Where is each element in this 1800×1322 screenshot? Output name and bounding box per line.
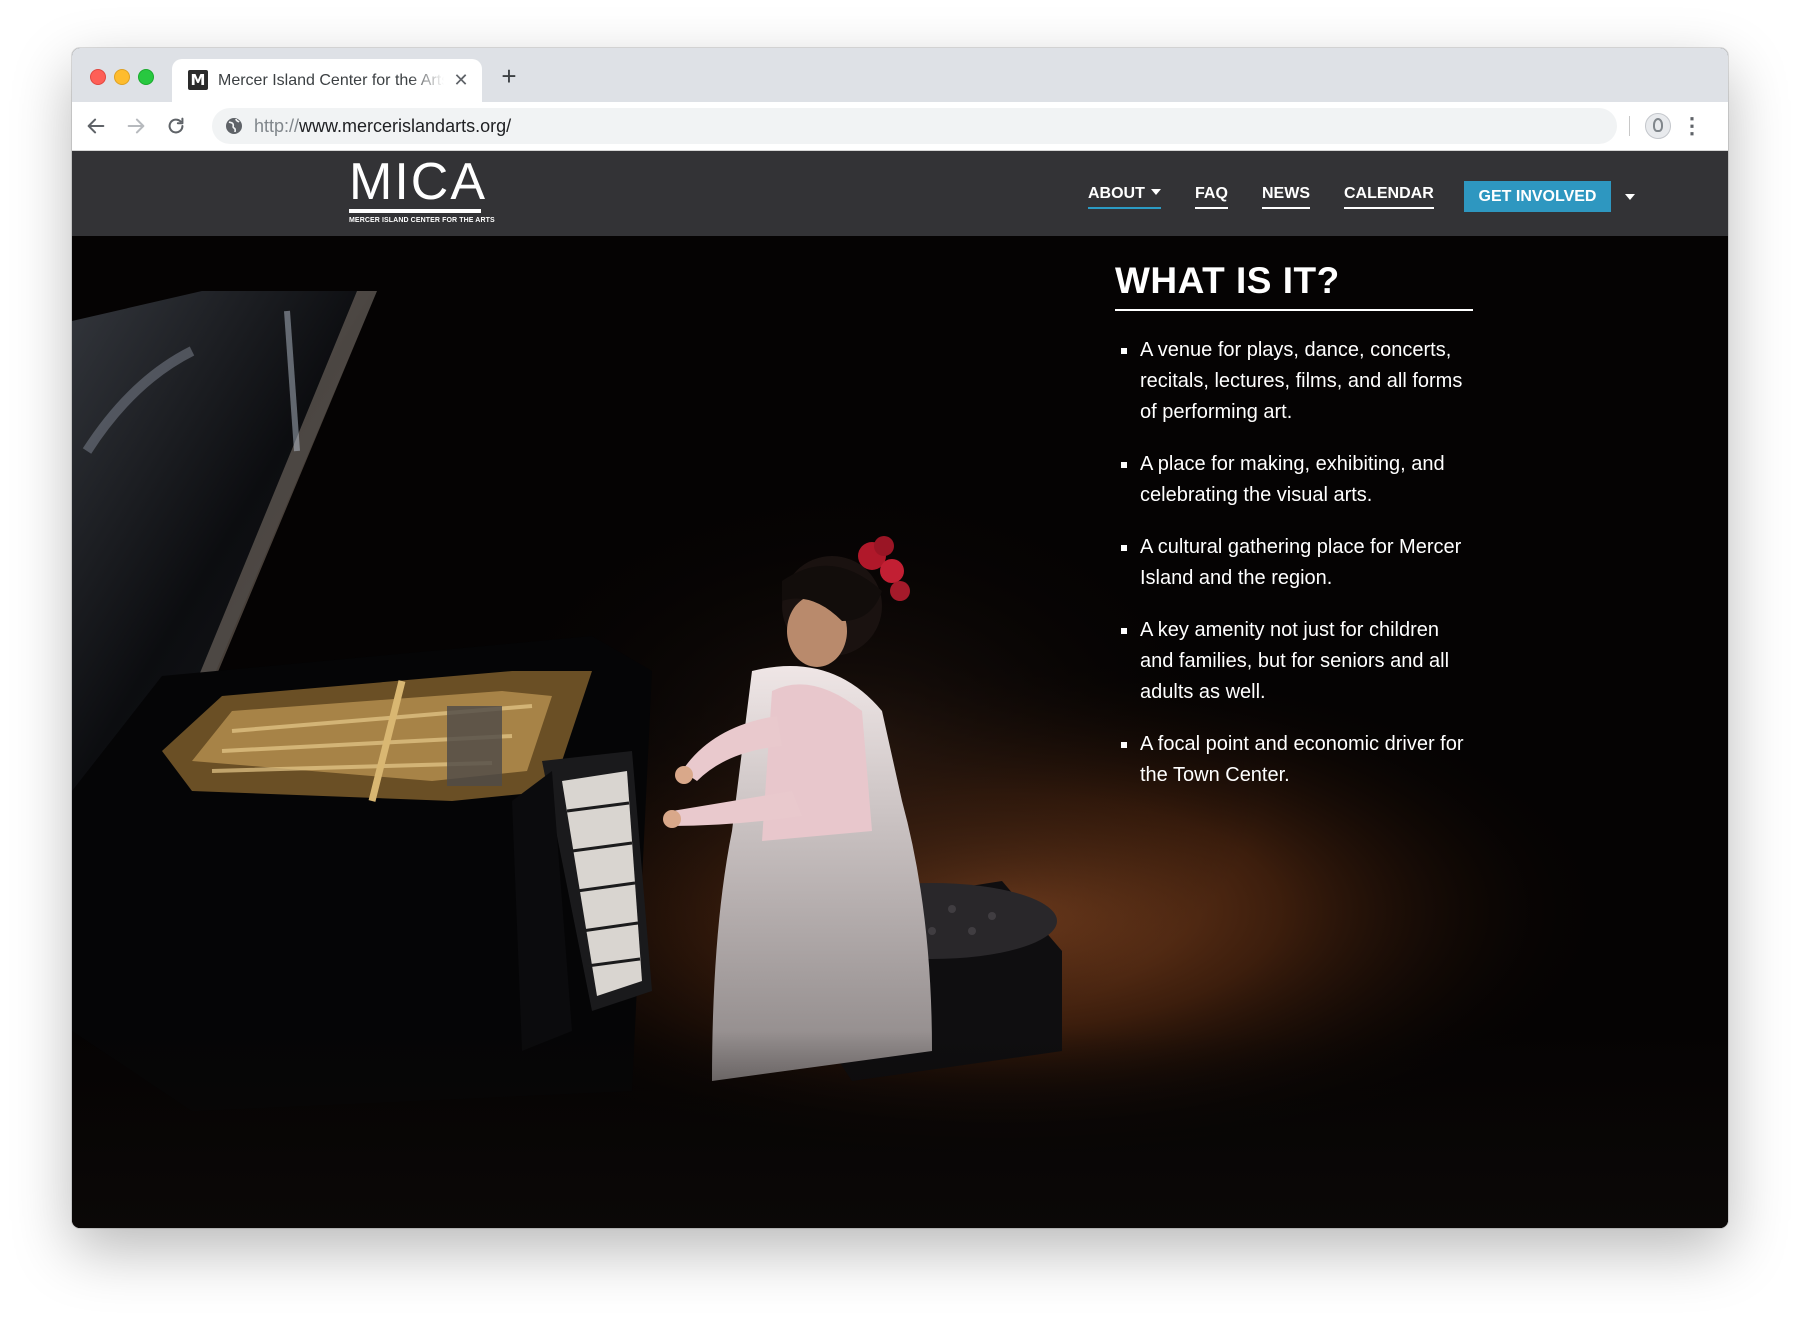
- browser-window: M Mercer Island Center for the Arts ✕ + …: [72, 48, 1728, 1228]
- more-menu-icon[interactable]: ⋮: [1680, 114, 1704, 138]
- browser-toolbar: http://www.mercerislandarts.org/ ⋮: [72, 102, 1728, 151]
- reload-button[interactable]: [162, 112, 190, 140]
- logo-subtitle: MERCER ISLAND CENTER FOR THE ARTS: [349, 217, 495, 224]
- new-tab-button[interactable]: +: [496, 63, 522, 90]
- back-button[interactable]: [82, 112, 110, 140]
- get-involved-button[interactable]: GET INVOLVED: [1464, 181, 1611, 212]
- tab-strip: M Mercer Island Center for the Arts ✕ +: [72, 48, 1728, 102]
- favicon-icon: M: [188, 70, 208, 90]
- nav-about-label: ABOUT: [1088, 185, 1145, 202]
- url-host: www.mercerislandarts.org/: [299, 116, 512, 136]
- site-header: MICA MERCER ISLAND CENTER FOR THE ARTS A…: [72, 151, 1728, 236]
- reload-icon: [168, 117, 184, 134]
- web-page: MICA MERCER ISLAND CENTER FOR THE ARTS A…: [72, 151, 1728, 1228]
- forward-button[interactable]: [122, 112, 150, 140]
- minimize-window-button[interactable]: [114, 69, 130, 85]
- list-item: A focal point and economic driver for th…: [1115, 729, 1475, 791]
- hero-image: [72, 291, 1728, 1228]
- list-item: A cultural gathering place for Mercer Is…: [1115, 532, 1475, 594]
- nav-calendar[interactable]: CALENDAR: [1344, 185, 1434, 209]
- url-scheme: http://: [254, 116, 300, 136]
- profile-avatar-icon[interactable]: [1645, 113, 1671, 139]
- feature-list: A venue for plays, dance, concerts, reci…: [1115, 335, 1475, 791]
- close-tab-icon[interactable]: ✕: [452, 71, 470, 89]
- logo-rule: [349, 209, 481, 213]
- list-item: A key amenity not just for children and …: [1115, 615, 1475, 708]
- url-text[interactable]: http://www.mercerislandarts.org/: [254, 116, 511, 137]
- close-window-button[interactable]: [90, 69, 106, 85]
- chevron-down-icon: [1150, 189, 1161, 195]
- logo-text: MICA: [349, 153, 487, 211]
- nav-news[interactable]: NEWS: [1262, 185, 1310, 209]
- nav-faq[interactable]: FAQ: [1195, 185, 1228, 209]
- what-is-it-panel: WHAT IS IT? A venue for plays, dance, co…: [1115, 261, 1475, 812]
- maximize-window-button[interactable]: [138, 69, 154, 85]
- list-item: A place for making, exhibiting, and cele…: [1115, 449, 1475, 511]
- mica-logo[interactable]: MICA MERCER ISLAND CENTER FOR THE ARTS: [349, 156, 495, 230]
- globe-icon[interactable]: [224, 116, 244, 136]
- browser-tab-active[interactable]: M Mercer Island Center for the Arts ✕: [172, 59, 482, 102]
- address-bar[interactable]: http://www.mercerislandarts.org/: [212, 108, 1617, 144]
- arrow-left-icon: [87, 118, 105, 134]
- toolbar-divider: [1629, 116, 1630, 136]
- arrow-right-icon: [127, 118, 145, 134]
- tab-title: Mercer Island Center for the Arts: [218, 72, 444, 89]
- panel-title: WHAT IS IT?: [1115, 261, 1473, 311]
- list-item: A venue for plays, dance, concerts, reci…: [1115, 335, 1475, 428]
- get-involved-dropdown-icon[interactable]: [1625, 194, 1635, 200]
- nav-about[interactable]: ABOUT: [1088, 185, 1161, 209]
